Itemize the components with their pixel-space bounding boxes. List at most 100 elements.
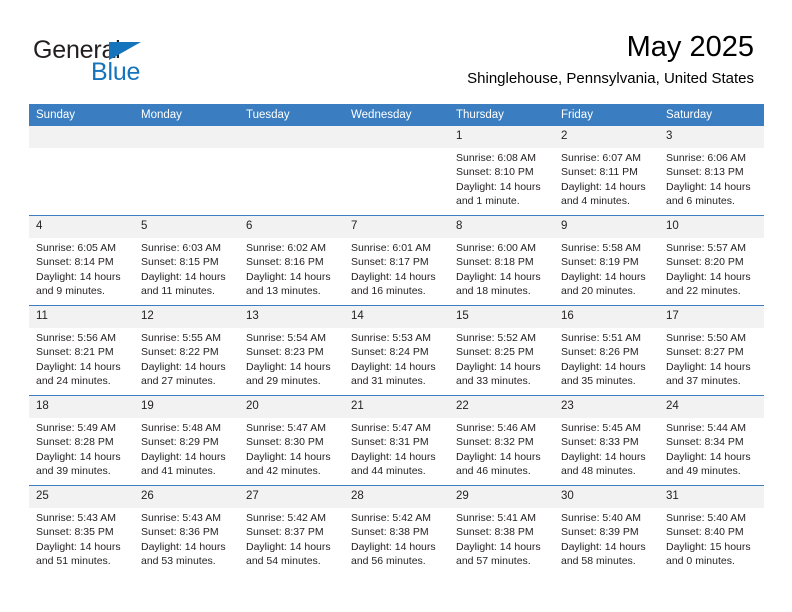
sunset-time: Sunset: 8:25 PM	[456, 346, 534, 359]
calendar-week-row: 25 Sunrise: 5:43 AM Sunset: 8:35 PM Dayligh…	[29, 485, 764, 575]
calendar-day-cell[interactable]: 27 Sunrise: 5:42 AM Sunset: 8:37 PM Dayligh…	[239, 485, 344, 575]
calendar-day-cell[interactable]: 15 Sunrise: 5:52 AM Sunset: 8:25 PM Dayligh…	[449, 305, 554, 396]
daylight-duration-line2: and 20 minutes.	[561, 284, 636, 297]
day-details: Sunrise: 5:45 AM Sunset: 8:33 PM Daylight:…	[554, 418, 659, 478]
sunset-time: Sunset: 8:20 PM	[666, 256, 744, 269]
daylight-duration-line2: and 9 minutes.	[36, 284, 105, 297]
day-number: 6	[239, 216, 344, 238]
general-blue-logo[interactable]: General Blue	[33, 38, 233, 90]
daylight-duration-line1: Daylight: 14 hours	[351, 270, 436, 283]
daylight-duration-line1: Daylight: 14 hours	[141, 540, 226, 553]
day-number: 17	[659, 306, 764, 328]
calendar-day-cell[interactable]: 5 Sunrise: 6:03 AM Sunset: 8:15 PM Daylight…	[134, 215, 239, 306]
calendar-day-cell[interactable]: 10 Sunrise: 5:57 AM Sunset: 8:20 PM Dayligh…	[659, 215, 764, 306]
sunrise-time: Sunrise: 6:03 AM	[141, 242, 221, 254]
daylight-duration-line2: and 41 minutes.	[141, 464, 216, 477]
calendar-day-cell[interactable]: 1 Sunrise: 6:08 AM Sunset: 8:10 PM Daylight…	[449, 126, 554, 216]
sunset-time: Sunset: 8:16 PM	[246, 256, 324, 269]
sunrise-time: Sunrise: 6:00 AM	[456, 242, 536, 254]
daylight-duration-line1: Daylight: 14 hours	[456, 180, 541, 193]
weekday-header-thursday: Thursday	[449, 104, 554, 126]
calendar-day-cell[interactable]: 13 Sunrise: 5:54 AM Sunset: 8:23 PM Dayligh…	[239, 305, 344, 396]
calendar-day-cell[interactable]: 22 Sunrise: 5:46 AM Sunset: 8:32 PM Dayligh…	[449, 395, 554, 486]
daylight-duration-line2: and 1 minute.	[456, 194, 520, 207]
day-number	[344, 126, 449, 148]
day-number: 13	[239, 306, 344, 328]
calendar-day-cell[interactable]: 4 Sunrise: 6:05 AM Sunset: 8:14 PM Daylight…	[29, 215, 134, 306]
daylight-duration-line2: and 42 minutes.	[246, 464, 321, 477]
day-details: Sunrise: 5:57 AM Sunset: 8:20 PM Daylight:…	[659, 238, 764, 298]
calendar-day-cell[interactable]: 20 Sunrise: 5:47 AM Sunset: 8:30 PM Dayligh…	[239, 395, 344, 486]
day-details: Sunrise: 5:44 AM Sunset: 8:34 PM Daylight:…	[659, 418, 764, 478]
sunset-time: Sunset: 8:22 PM	[141, 346, 219, 359]
day-details: Sunrise: 5:46 AM Sunset: 8:32 PM Daylight:…	[449, 418, 554, 478]
day-details: Sunrise: 6:07 AM Sunset: 8:11 PM Daylight:…	[554, 148, 659, 208]
weekday-header-tuesday: Tuesday	[239, 104, 344, 126]
calendar-day-cell[interactable]: 8 Sunrise: 6:00 AM Sunset: 8:18 PM Daylight…	[449, 215, 554, 306]
day-number: 12	[134, 306, 239, 328]
daylight-duration-line1: Daylight: 14 hours	[561, 270, 646, 283]
calendar-day-cell[interactable]: 9 Sunrise: 5:58 AM Sunset: 8:19 PM Daylight…	[554, 215, 659, 306]
daylight-duration-line1: Daylight: 14 hours	[246, 360, 331, 373]
calendar-day-cell[interactable]: 17 Sunrise: 5:50 AM Sunset: 8:27 PM Dayligh…	[659, 305, 764, 396]
daylight-duration-line2: and 16 minutes.	[351, 284, 426, 297]
sunrise-time: Sunrise: 5:51 AM	[561, 332, 641, 344]
day-details: Sunrise: 5:42 AM Sunset: 8:37 PM Daylight:…	[239, 508, 344, 568]
daylight-duration-line2: and 35 minutes.	[561, 374, 636, 387]
sunset-time: Sunset: 8:10 PM	[456, 166, 534, 179]
daylight-duration-line2: and 44 minutes.	[351, 464, 426, 477]
calendar-day-cell[interactable]: 24 Sunrise: 5:44 AM Sunset: 8:34 PM Dayligh…	[659, 395, 764, 486]
calendar-day-cell[interactable]: 3 Sunrise: 6:06 AM Sunset: 8:13 PM Daylight…	[659, 126, 764, 216]
day-number	[29, 126, 134, 148]
daylight-duration-line2: and 56 minutes.	[351, 554, 426, 567]
calendar-day-cell[interactable]: 18 Sunrise: 5:49 AM Sunset: 8:28 PM Dayligh…	[29, 395, 134, 486]
daylight-duration-line2: and 13 minutes.	[246, 284, 321, 297]
calendar-day-cell[interactable]: 16 Sunrise: 5:51 AM Sunset: 8:26 PM Dayligh…	[554, 305, 659, 396]
sunset-time: Sunset: 8:38 PM	[456, 526, 534, 539]
daylight-duration-line2: and 58 minutes.	[561, 554, 636, 567]
calendar-day-cell[interactable]: 23 Sunrise: 5:45 AM Sunset: 8:33 PM Dayligh…	[554, 395, 659, 486]
calendar-day-cell[interactable]: 25 Sunrise: 5:43 AM Sunset: 8:35 PM Dayligh…	[29, 485, 134, 575]
calendar-day-cell[interactable]: 29 Sunrise: 5:41 AM Sunset: 8:38 PM Dayligh…	[449, 485, 554, 575]
day-number: 29	[449, 486, 554, 508]
sunrise-time: Sunrise: 5:42 AM	[246, 512, 326, 524]
weekday-header-row: Sunday Monday Tuesday Wednesday Thursday…	[29, 104, 764, 126]
calendar-day-cell[interactable]: 28 Sunrise: 5:42 AM Sunset: 8:38 PM Dayligh…	[344, 485, 449, 575]
calendar-day-cell[interactable]: 11 Sunrise: 5:56 AM Sunset: 8:21 PM Dayligh…	[29, 305, 134, 396]
sunset-time: Sunset: 8:32 PM	[456, 436, 534, 449]
day-details: Sunrise: 5:40 AM Sunset: 8:40 PM Daylight:…	[659, 508, 764, 568]
daylight-duration-line2: and 6 minutes.	[666, 194, 735, 207]
day-details: Sunrise: 6:06 AM Sunset: 8:13 PM Daylight:…	[659, 148, 764, 208]
calendar-week-row: 11 Sunrise: 5:56 AM Sunset: 8:21 PM Dayligh…	[29, 305, 764, 396]
daylight-duration-line1: Daylight: 14 hours	[666, 180, 751, 193]
calendar-day-cell[interactable]: 14 Sunrise: 5:53 AM Sunset: 8:24 PM Dayligh…	[344, 305, 449, 396]
calendar-day-cell[interactable]: 21 Sunrise: 5:47 AM Sunset: 8:31 PM Dayligh…	[344, 395, 449, 486]
daylight-duration-line1: Daylight: 14 hours	[36, 360, 121, 373]
sunrise-time: Sunrise: 5:47 AM	[246, 422, 326, 434]
sunrise-time: Sunrise: 5:56 AM	[36, 332, 116, 344]
day-number: 5	[134, 216, 239, 238]
day-details: Sunrise: 6:00 AM Sunset: 8:18 PM Daylight:…	[449, 238, 554, 298]
sunset-time: Sunset: 8:31 PM	[351, 436, 429, 449]
calendar-day-cell[interactable]: 30 Sunrise: 5:40 AM Sunset: 8:39 PM Dayligh…	[554, 485, 659, 575]
day-number: 26	[134, 486, 239, 508]
sunset-time: Sunset: 8:29 PM	[141, 436, 219, 449]
calendar-week-row: 18 Sunrise: 5:49 AM Sunset: 8:28 PM Dayligh…	[29, 395, 764, 486]
sunrise-time: Sunrise: 5:58 AM	[561, 242, 641, 254]
sunset-time: Sunset: 8:11 PM	[561, 166, 638, 179]
sunset-time: Sunset: 8:17 PM	[351, 256, 429, 269]
calendar-day-cell[interactable]: 7 Sunrise: 6:01 AM Sunset: 8:17 PM Daylight…	[344, 215, 449, 306]
calendar-day-cell[interactable]: 31 Sunrise: 5:40 AM Sunset: 8:40 PM Dayligh…	[659, 485, 764, 575]
calendar-day-cell[interactable]: 12 Sunrise: 5:55 AM Sunset: 8:22 PM Dayligh…	[134, 305, 239, 396]
calendar-day-cell[interactable]: 2 Sunrise: 6:07 AM Sunset: 8:11 PM Daylight…	[554, 126, 659, 216]
calendar-day-cell[interactable]: 6 Sunrise: 6:02 AM Sunset: 8:16 PM Daylight…	[239, 215, 344, 306]
daylight-duration-line1: Daylight: 14 hours	[456, 540, 541, 553]
daylight-duration-line2: and 22 minutes.	[666, 284, 741, 297]
daylight-duration-line2: and 18 minutes.	[456, 284, 531, 297]
calendar-day-cell[interactable]: 19 Sunrise: 5:48 AM Sunset: 8:29 PM Dayligh…	[134, 395, 239, 486]
daylight-duration-line1: Daylight: 14 hours	[456, 270, 541, 283]
day-details: Sunrise: 6:08 AM Sunset: 8:10 PM Daylight:…	[449, 148, 554, 208]
day-number: 31	[659, 486, 764, 508]
calendar-day-cell[interactable]: 26 Sunrise: 5:43 AM Sunset: 8:36 PM Dayligh…	[134, 485, 239, 575]
daylight-duration-line1: Daylight: 14 hours	[351, 540, 436, 553]
